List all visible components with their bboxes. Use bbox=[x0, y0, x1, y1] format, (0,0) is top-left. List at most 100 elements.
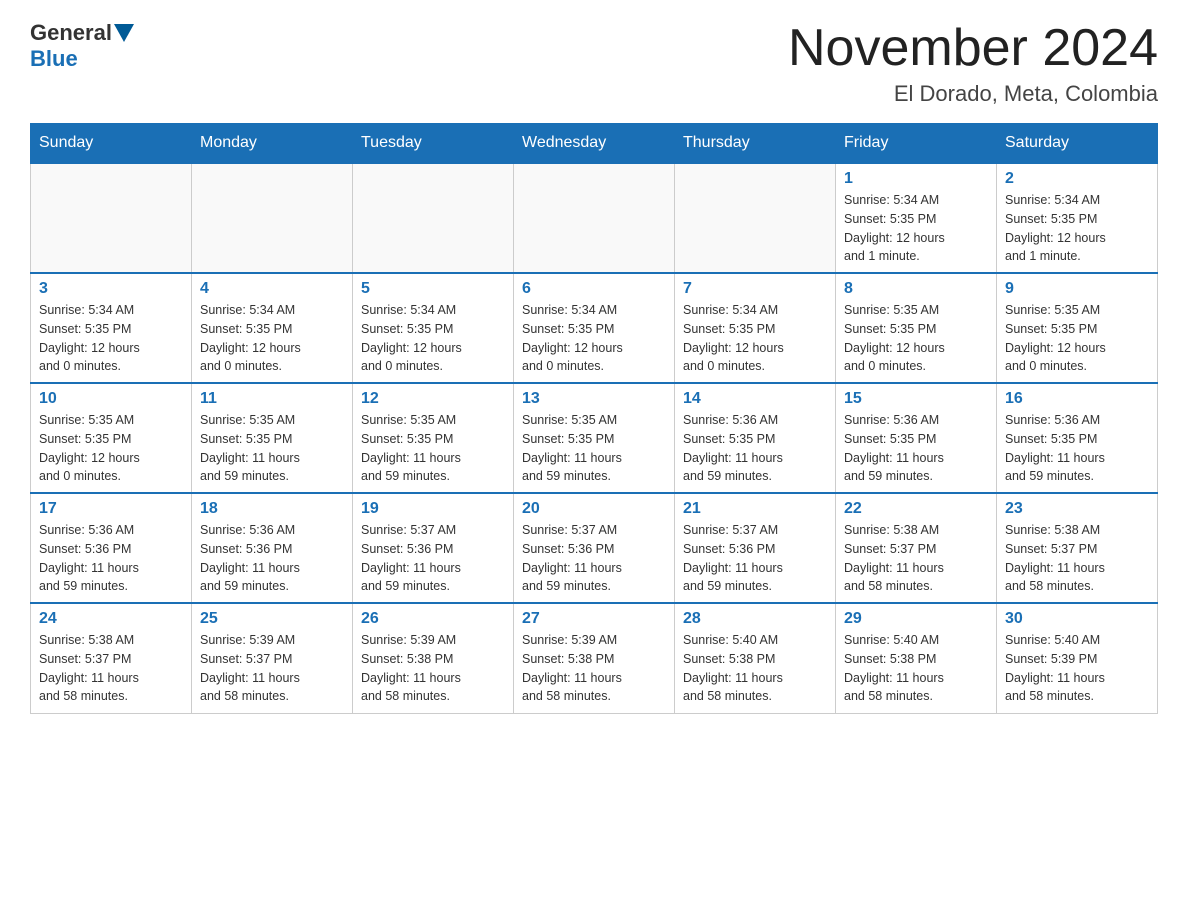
day-info: Sunrise: 5:34 AMSunset: 5:35 PMDaylight:… bbox=[39, 301, 183, 376]
calendar-cell: 4Sunrise: 5:34 AMSunset: 5:35 PMDaylight… bbox=[192, 273, 353, 383]
day-info: Sunrise: 5:34 AMSunset: 5:35 PMDaylight:… bbox=[1005, 191, 1149, 266]
week-row-4: 24 Sunrise: 5:38 AMSunset: 5:37 PMDayligh… bbox=[31, 603, 1158, 713]
calendar-cell: 21Sunrise: 5:37 AMSunset: 5:36 PMDayligh… bbox=[675, 493, 836, 603]
day-number: 30 bbox=[1005, 610, 1149, 628]
weekday-header-saturday: Saturday bbox=[997, 124, 1158, 164]
day-number: 2 bbox=[1005, 170, 1149, 188]
day-info: Sunrise: 5:35 AMSunset: 5:35 PMDaylight:… bbox=[361, 411, 505, 486]
calendar-cell: 14 Sunrise: 5:36 AMSunset: 5:35 PMDayligh… bbox=[675, 383, 836, 493]
day-info: Sunrise: 5:40 AMSunset: 5:38 PMDaylight:… bbox=[683, 631, 827, 706]
weekday-header-friday: Friday bbox=[836, 124, 997, 164]
day-info: Sunrise: 5:35 AMSunset: 5:35 PMDaylight:… bbox=[522, 411, 666, 486]
day-info: Sunrise: 5:35 AMSunset: 5:35 PMDaylight:… bbox=[1005, 301, 1149, 376]
calendar-cell: 30 Sunrise: 5:40 AMSunset: 5:39 PMDayligh… bbox=[997, 603, 1158, 713]
day-number: 1 bbox=[844, 170, 988, 188]
day-number: 5 bbox=[361, 280, 505, 298]
calendar-cell: 8 Sunrise: 5:35 AMSunset: 5:35 PMDaylight… bbox=[836, 273, 997, 383]
calendar-cell: 2 Sunrise: 5:34 AMSunset: 5:35 PMDaylight… bbox=[997, 163, 1158, 273]
day-number: 28 bbox=[683, 610, 827, 628]
day-number: 29 bbox=[844, 610, 988, 628]
calendar-cell: 12 Sunrise: 5:35 AMSunset: 5:35 PMDayligh… bbox=[353, 383, 514, 493]
calendar-cell: 11 Sunrise: 5:35 AMSunset: 5:35 PMDayligh… bbox=[192, 383, 353, 493]
day-info: Sunrise: 5:37 AMSunset: 5:36 PMDaylight:… bbox=[683, 521, 827, 596]
day-info: Sunrise: 5:37 AMSunset: 5:36 PMDaylight:… bbox=[361, 521, 505, 596]
week-row-1: 3 Sunrise: 5:34 AMSunset: 5:35 PMDaylight… bbox=[31, 273, 1158, 383]
calendar-cell: 18Sunrise: 5:36 AMSunset: 5:36 PMDayligh… bbox=[192, 493, 353, 603]
calendar-cell bbox=[353, 163, 514, 273]
logo-general-text: General bbox=[30, 20, 112, 46]
day-info: Sunrise: 5:40 AMSunset: 5:38 PMDaylight:… bbox=[844, 631, 988, 706]
day-info: Sunrise: 5:35 AMSunset: 5:35 PMDaylight:… bbox=[844, 301, 988, 376]
day-info: Sunrise: 5:34 AMSunset: 5:35 PMDaylight:… bbox=[522, 301, 666, 376]
day-info: Sunrise: 5:39 AMSunset: 5:38 PMDaylight:… bbox=[361, 631, 505, 706]
calendar-cell: 22 Sunrise: 5:38 AMSunset: 5:37 PMDayligh… bbox=[836, 493, 997, 603]
logo-blue-text: Blue bbox=[30, 46, 78, 71]
weekday-header-wednesday: Wednesday bbox=[514, 124, 675, 164]
day-info: Sunrise: 5:34 AMSunset: 5:35 PMDaylight:… bbox=[844, 191, 988, 266]
day-number: 24 bbox=[39, 610, 183, 628]
day-number: 11 bbox=[200, 390, 344, 408]
day-number: 25 bbox=[200, 610, 344, 628]
calendar-cell bbox=[192, 163, 353, 273]
weekday-header-sunday: Sunday bbox=[31, 124, 192, 164]
day-info: Sunrise: 5:38 AMSunset: 5:37 PMDaylight:… bbox=[39, 631, 183, 706]
day-number: 9 bbox=[1005, 280, 1149, 298]
calendar-cell: 26 Sunrise: 5:39 AMSunset: 5:38 PMDayligh… bbox=[353, 603, 514, 713]
day-info: Sunrise: 5:36 AMSunset: 5:35 PMDaylight:… bbox=[1005, 411, 1149, 486]
weekday-header-thursday: Thursday bbox=[675, 124, 836, 164]
day-info: Sunrise: 5:36 AMSunset: 5:36 PMDaylight:… bbox=[39, 521, 183, 596]
day-info: Sunrise: 5:34 AMSunset: 5:35 PMDaylight:… bbox=[361, 301, 505, 376]
calendar-cell: 13 Sunrise: 5:35 AMSunset: 5:35 PMDayligh… bbox=[514, 383, 675, 493]
day-info: Sunrise: 5:37 AMSunset: 5:36 PMDaylight:… bbox=[522, 521, 666, 596]
logo: General Blue bbox=[30, 20, 136, 72]
day-number: 17 bbox=[39, 500, 183, 518]
day-number: 3 bbox=[39, 280, 183, 298]
day-number: 8 bbox=[844, 280, 988, 298]
weekday-header-tuesday: Tuesday bbox=[353, 124, 514, 164]
day-info: Sunrise: 5:34 AMSunset: 5:35 PMDaylight:… bbox=[683, 301, 827, 376]
week-row-0: 1 Sunrise: 5:34 AMSunset: 5:35 PMDaylight… bbox=[31, 163, 1158, 273]
day-info: Sunrise: 5:35 AMSunset: 5:35 PMDaylight:… bbox=[39, 411, 183, 486]
calendar-cell: 1 Sunrise: 5:34 AMSunset: 5:35 PMDaylight… bbox=[836, 163, 997, 273]
day-info: Sunrise: 5:38 AMSunset: 5:37 PMDaylight:… bbox=[844, 521, 988, 596]
calendar-cell: 17 Sunrise: 5:36 AMSunset: 5:36 PMDayligh… bbox=[31, 493, 192, 603]
day-number: 12 bbox=[361, 390, 505, 408]
calendar-cell: 3 Sunrise: 5:34 AMSunset: 5:35 PMDaylight… bbox=[31, 273, 192, 383]
calendar-cell: 20 Sunrise: 5:37 AMSunset: 5:36 PMDayligh… bbox=[514, 493, 675, 603]
calendar-cell: 5 Sunrise: 5:34 AMSunset: 5:35 PMDaylight… bbox=[353, 273, 514, 383]
day-number: 22 bbox=[844, 500, 988, 518]
calendar-cell: 16 Sunrise: 5:36 AMSunset: 5:35 PMDayligh… bbox=[997, 383, 1158, 493]
day-info: Sunrise: 5:38 AMSunset: 5:37 PMDaylight:… bbox=[1005, 521, 1149, 596]
day-info: Sunrise: 5:36 AMSunset: 5:35 PMDaylight:… bbox=[683, 411, 827, 486]
day-number: 14 bbox=[683, 390, 827, 408]
day-number: 16 bbox=[1005, 390, 1149, 408]
weekday-header-monday: Monday bbox=[192, 124, 353, 164]
day-number: 26 bbox=[361, 610, 505, 628]
calendar-cell: 19 Sunrise: 5:37 AMSunset: 5:36 PMDayligh… bbox=[353, 493, 514, 603]
day-number: 27 bbox=[522, 610, 666, 628]
day-number: 4 bbox=[200, 280, 344, 298]
location-title: El Dorado, Meta, Colombia bbox=[788, 81, 1158, 107]
day-info: Sunrise: 5:40 AMSunset: 5:39 PMDaylight:… bbox=[1005, 631, 1149, 706]
weekday-header-row: SundayMondayTuesdayWednesdayThursdayFrid… bbox=[31, 124, 1158, 164]
month-title: November 2024 bbox=[788, 20, 1158, 77]
day-number: 7 bbox=[683, 280, 827, 298]
calendar-table: SundayMondayTuesdayWednesdayThursdayFrid… bbox=[30, 123, 1158, 714]
calendar-cell: 10Sunrise: 5:35 AMSunset: 5:35 PMDayligh… bbox=[31, 383, 192, 493]
day-number: 6 bbox=[522, 280, 666, 298]
title-area: November 2024 El Dorado, Meta, Colombia bbox=[788, 20, 1158, 107]
day-number: 19 bbox=[361, 500, 505, 518]
day-info: Sunrise: 5:35 AMSunset: 5:35 PMDaylight:… bbox=[200, 411, 344, 486]
calendar-cell: 27Sunrise: 5:39 AMSunset: 5:38 PMDayligh… bbox=[514, 603, 675, 713]
day-number: 20 bbox=[522, 500, 666, 518]
day-number: 13 bbox=[522, 390, 666, 408]
header: General Blue November 2024 El Dorado, Me… bbox=[30, 20, 1158, 107]
day-number: 23 bbox=[1005, 500, 1149, 518]
logo-triangle-icon bbox=[114, 24, 134, 42]
calendar-cell bbox=[31, 163, 192, 273]
calendar-cell: 15Sunrise: 5:36 AMSunset: 5:35 PMDayligh… bbox=[836, 383, 997, 493]
calendar-cell: 7 Sunrise: 5:34 AMSunset: 5:35 PMDaylight… bbox=[675, 273, 836, 383]
week-row-2: 10Sunrise: 5:35 AMSunset: 5:35 PMDayligh… bbox=[31, 383, 1158, 493]
calendar-cell: 24 Sunrise: 5:38 AMSunset: 5:37 PMDayligh… bbox=[31, 603, 192, 713]
day-info: Sunrise: 5:36 AMSunset: 5:36 PMDaylight:… bbox=[200, 521, 344, 596]
